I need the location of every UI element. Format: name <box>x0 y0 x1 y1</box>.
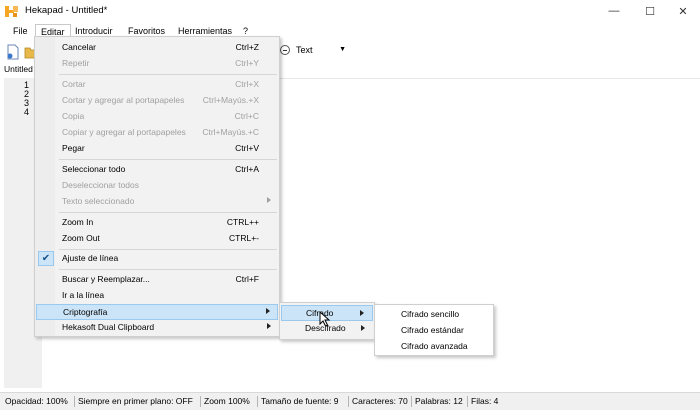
menu-item-label: Cifrado sencillo <box>401 309 460 319</box>
menu-item-cifrado-sencillo[interactable]: Cifrado sencillo <box>376 307 492 323</box>
menu-item-label: Seleccionar todo <box>62 164 126 174</box>
status-characters: Caracteres: 70 <box>352 396 408 406</box>
menu-file[interactable]: File <box>8 24 33 40</box>
menu-item-dual-clipboard[interactable]: Hekasoft Dual Clipboard <box>36 320 278 336</box>
new-file-icon[interactable] <box>6 44 20 60</box>
cipher-submenu: Cifrado sencillo Cifrado estándar Cifrad… <box>374 304 494 356</box>
menu-item-shortcut: Ctrl+Mayús.+X <box>202 95 259 105</box>
submenu-arrow-icon <box>266 308 270 314</box>
menu-item-zoom-out[interactable]: Zoom Out CTRL+- <box>36 231 278 247</box>
menu-item-shortcut: Ctrl+C <box>234 111 259 121</box>
menu-item-pegar[interactable]: Pegar Ctrl+V <box>36 141 278 157</box>
menu-item-shortcut: CTRL+- <box>229 233 259 243</box>
menu-item-cifrado-estandar[interactable]: Cifrado estándar <box>376 323 492 339</box>
menu-item-label: Hekasoft Dual Clipboard <box>62 322 155 332</box>
text-mode-dropdown[interactable]: Text ▼ <box>293 43 348 59</box>
maximize-button[interactable]: ☐ <box>633 0 667 22</box>
menu-item-label: Ajuste de línea <box>62 253 119 263</box>
menu-item-seleccionar-todo[interactable]: Seleccionar todo Ctrl+A <box>36 162 278 178</box>
menu-item-label: Cortar <box>62 79 86 89</box>
menu-item-label: Cancelar <box>62 42 97 52</box>
menu-item-criptografia[interactable]: Criptografía <box>36 304 278 320</box>
menu-item-label: Criptografía <box>63 307 108 317</box>
menu-item-label: Deseleccionar todos <box>62 180 140 190</box>
status-divider <box>348 396 349 407</box>
text-mode-value: Text <box>296 45 313 55</box>
status-divider <box>200 396 201 407</box>
menu-item-shortcut: Ctrl+Z <box>235 42 259 52</box>
menu-separator <box>59 249 277 250</box>
menu-item-texto-seleccionado[interactable]: Texto seleccionado <box>36 194 278 210</box>
status-divider <box>411 396 412 407</box>
zoom-out-icon[interactable] <box>280 45 290 55</box>
document-tab[interactable]: Untitled <box>4 64 33 78</box>
menu-item-copia[interactable]: Copia Ctrl+C <box>36 109 278 125</box>
status-rows: Filas: 4 <box>471 396 499 406</box>
menu-item-label: Buscar y Reemplazar... <box>62 274 150 284</box>
menu-item-label: Ir a la línea <box>62 290 105 300</box>
submenu-arrow-icon <box>361 325 365 331</box>
menu-item-zoom-in[interactable]: Zoom In CTRL++ <box>36 215 278 231</box>
status-divider <box>257 396 258 407</box>
menu-item-shortcut: Ctrl+Mayús.+C <box>202 127 259 137</box>
menu-item-label: Pegar <box>62 143 85 153</box>
menu-item-cortar-agregar[interactable]: Cortar y agregar al portapapeles Ctrl+Ma… <box>36 93 278 109</box>
menu-item-ajuste-linea[interactable]: ✔ Ajuste de línea <box>36 251 278 267</box>
status-bar: Opacidad: 100% Siempre en primer plano: … <box>0 392 700 410</box>
menu-item-cortar[interactable]: Cortar Ctrl+X <box>36 77 278 93</box>
menu-item-shortcut: Ctrl+X <box>235 79 259 89</box>
menu-item-buscar-reemplazar[interactable]: Buscar y Reemplazar... Ctrl+F <box>36 272 278 288</box>
menu-item-repetir[interactable]: Repetir Ctrl+Y <box>36 56 278 72</box>
menu-separator <box>59 269 277 270</box>
menu-item-label: Texto seleccionado <box>62 196 135 206</box>
menu-item-copiar-agregar[interactable]: Copiar y agregar al portapapeles Ctrl+Ma… <box>36 125 278 141</box>
title-bar: Hekapad - Untitled* — ☐ ✕ <box>0 0 700 22</box>
status-divider <box>74 396 75 407</box>
menu-item-label: Copiar y agregar al portapapeles <box>62 127 186 137</box>
status-zoom: Zoom 100% <box>204 396 250 406</box>
menu-item-cancelar[interactable]: Cancelar Ctrl+Z <box>36 40 278 56</box>
menu-item-label: Zoom In <box>62 217 94 227</box>
status-words: Palabras: 12 <box>415 396 463 406</box>
window-title: Hekapad - Untitled* <box>25 5 108 16</box>
mouse-cursor-icon <box>319 311 331 327</box>
menu-item-shortcut: Ctrl+A <box>235 164 259 174</box>
submenu-arrow-icon <box>267 197 271 203</box>
menu-separator <box>59 74 277 75</box>
menu-separator <box>59 159 277 160</box>
close-button[interactable]: ✕ <box>666 0 700 22</box>
checkmark-icon: ✔ <box>38 251 54 266</box>
menu-item-shortcut: Ctrl+F <box>235 274 259 284</box>
menu-item-ir-linea[interactable]: Ir a la línea <box>36 288 278 304</box>
menu-item-cifrado-avanzada[interactable]: Cifrado avanzada <box>376 339 492 355</box>
edit-menu: Cancelar Ctrl+Z Repetir Ctrl+Y Cortar Ct… <box>34 36 280 337</box>
menu-item-label: Cortar y agregar al portapapeles <box>62 95 185 105</box>
status-always-on-top: Siempre en primer plano: OFF <box>78 396 193 406</box>
chevron-down-icon: ▼ <box>339 46 346 53</box>
menu-item-label: Copia <box>62 111 85 121</box>
menu-item-label: Cifrado avanzada <box>401 341 468 351</box>
submenu-arrow-icon <box>267 323 271 329</box>
minimize-button[interactable]: — <box>597 0 631 22</box>
menu-item-shortcut: Ctrl+Y <box>235 58 259 68</box>
status-opacity: Opacidad: 100% <box>5 396 68 406</box>
submenu-arrow-icon <box>360 310 364 316</box>
status-font-size: Tamaño de fuente: 9 <box>261 396 339 406</box>
menu-separator <box>59 212 277 213</box>
menu-item-shortcut: CTRL++ <box>226 217 259 227</box>
menu-item-shortcut: Ctrl+V <box>235 143 259 153</box>
menu-item-label: Cifrado estándar <box>401 325 464 335</box>
menu-item-label: Zoom Out <box>62 233 100 243</box>
menu-item-label: Repetir <box>62 58 90 68</box>
line-number: 4 <box>24 107 30 117</box>
status-divider <box>467 396 468 407</box>
menu-item-deseleccionar[interactable]: Deseleccionar todos <box>36 178 278 194</box>
app-logo-icon <box>5 6 18 17</box>
